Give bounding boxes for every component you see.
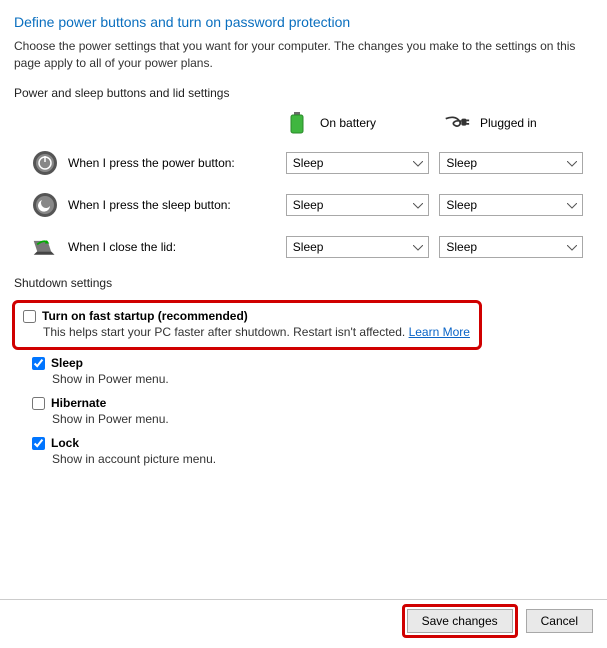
lock-checkbox[interactable] (32, 437, 45, 450)
power-button-label: When I press the power button: (68, 156, 235, 170)
learn-more-link[interactable]: Learn More (409, 325, 470, 339)
chevron-down-icon (567, 198, 577, 212)
column-headers: On battery Plugged in (284, 110, 593, 136)
close-lid-plugged-select[interactable]: Sleep (439, 236, 583, 258)
power-button-icon (32, 150, 58, 176)
power-button-plugged-select[interactable]: Sleep (439, 152, 583, 174)
sleep-button-icon (32, 192, 58, 218)
shutdown-heading: Shutdown settings (14, 276, 593, 290)
page-title: Define power buttons and turn on passwor… (14, 14, 593, 30)
plugged-in-label: Plugged in (480, 116, 537, 130)
battery-icon (284, 110, 310, 136)
lock-title: Lock (51, 436, 79, 450)
page-subtitle: Choose the power settings that you want … (14, 38, 593, 72)
plug-icon (444, 110, 470, 136)
chevron-down-icon (413, 156, 423, 170)
sleep-button-battery-select[interactable]: Sleep (286, 194, 430, 216)
sleep-desc: Show in Power menu. (52, 372, 593, 386)
hibernate-title: Hibernate (51, 396, 106, 410)
fast-startup-desc: This helps start your PC faster after sh… (43, 325, 409, 339)
fast-startup-checkbox[interactable] (23, 310, 36, 323)
sleep-button-plugged-select[interactable]: Sleep (439, 194, 583, 216)
sleep-button-label: When I press the sleep button: (68, 198, 231, 212)
chevron-down-icon (567, 240, 577, 254)
lock-desc: Show in account picture menu. (52, 452, 593, 466)
close-lid-battery-select[interactable]: Sleep (286, 236, 430, 258)
sleep-title: Sleep (51, 356, 83, 370)
on-battery-label: On battery (320, 116, 376, 130)
close-lid-label: When I close the lid: (68, 240, 176, 254)
chevron-down-icon (413, 240, 423, 254)
fast-startup-title: Turn on fast startup (recommended) (42, 309, 248, 323)
hibernate-desc: Show in Power menu. (52, 412, 593, 426)
laptop-lid-icon (32, 234, 58, 260)
sleep-checkbox[interactable] (32, 357, 45, 370)
hibernate-checkbox[interactable] (32, 397, 45, 410)
fast-startup-highlight: Turn on fast startup (recommended) This … (12, 300, 482, 350)
chevron-down-icon (567, 156, 577, 170)
row-power-button: When I press the power button: Sleep Sle… (14, 150, 593, 176)
save-button-highlight: Save changes (402, 604, 518, 638)
chevron-down-icon (413, 198, 423, 212)
footer-separator (0, 599, 607, 600)
save-button[interactable]: Save changes (407, 609, 513, 633)
row-close-lid: When I close the lid: Sleep Sleep (14, 234, 593, 260)
section-label: Power and sleep buttons and lid settings (14, 86, 593, 100)
row-sleep-button: When I press the sleep button: Sleep Sle… (14, 192, 593, 218)
power-button-battery-select[interactable]: Sleep (286, 152, 430, 174)
cancel-button[interactable]: Cancel (526, 609, 593, 633)
